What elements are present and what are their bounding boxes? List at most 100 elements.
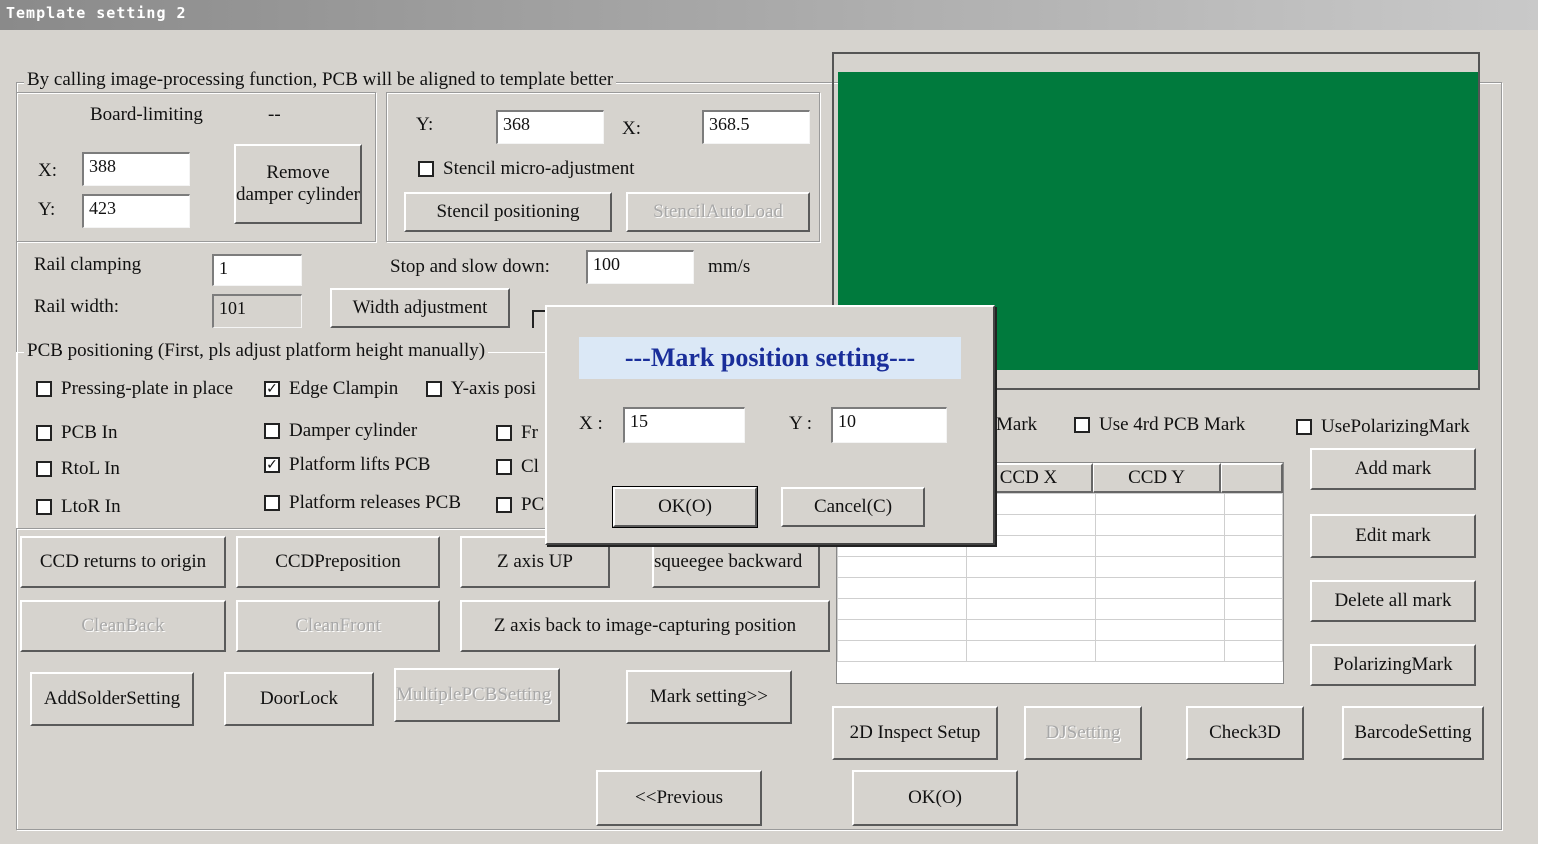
- ltor-in-checkbox[interactable]: LtoR In: [36, 496, 121, 518]
- use-polarizing-mark-label: UsePolarizingMark: [1321, 416, 1470, 437]
- add-solder-button[interactable]: AddSolderSetting: [30, 672, 194, 726]
- stencil-y-label: Y:: [416, 114, 434, 135]
- rtol-in-checkbox[interactable]: RtoL In: [36, 458, 120, 480]
- stop-slow-label: Stop and slow down:: [390, 256, 550, 277]
- multiple-pcb-button[interactable]: MultiplePCBSetting: [394, 668, 560, 722]
- clean-back-button[interactable]: CleanBack: [20, 600, 226, 652]
- mark-setting-button[interactable]: Mark setting>>: [626, 670, 792, 724]
- stencil-x-field[interactable]: 368.5: [702, 110, 810, 144]
- ccd-preposition-button[interactable]: CCDPreposition: [236, 536, 440, 588]
- mark-partial-label: Mark: [996, 414, 1038, 435]
- polarizing-mark-button[interactable]: PolarizingMark: [1310, 644, 1476, 686]
- title-bar: Template setting 2: [0, 0, 1538, 30]
- checkbox-box: [496, 497, 512, 513]
- checkbox-box: [496, 425, 512, 441]
- platform-lifts-checkbox[interactable]: ✓ Platform lifts PCB: [264, 454, 430, 476]
- stencil-micro-checkbox[interactable]: Stencil micro-adjustment: [418, 158, 635, 180]
- checkbox-box: [36, 499, 52, 515]
- platform-releases-label: Platform releases PCB: [289, 492, 462, 513]
- dialog-cancel-button[interactable]: Cancel(C): [781, 487, 925, 527]
- cl-label: Cl: [521, 456, 539, 477]
- pcb-in-checkbox[interactable]: PCB In: [36, 422, 118, 444]
- table-header-ccd-y[interactable]: CCD Y: [1093, 463, 1221, 493]
- rail-width-field: 101: [212, 294, 302, 328]
- board-y-field[interactable]: 423: [82, 194, 190, 228]
- clean-front-button[interactable]: CleanFront: [236, 600, 440, 652]
- ok-button[interactable]: OK(O): [852, 770, 1018, 826]
- barcode-setting-button[interactable]: BarcodeSetting: [1342, 706, 1484, 760]
- use-polarizing-mark-checkbox[interactable]: UsePolarizingMark: [1296, 416, 1470, 438]
- dialog-title: ---Mark position setting---: [579, 337, 961, 379]
- dialog-y-label: Y :: [789, 413, 813, 434]
- checkmark-icon: ✓: [264, 457, 280, 473]
- edit-mark-button[interactable]: Edit mark: [1310, 514, 1476, 558]
- z-back-button[interactable]: Z axis back to image-capturing position: [460, 600, 830, 652]
- use-4rd-mark-checkbox[interactable]: Use 4rd PCB Mark: [1074, 414, 1245, 436]
- board-limiting-value: --: [268, 104, 281, 125]
- window-title: Template setting 2: [6, 4, 187, 22]
- remove-damper-button[interactable]: Remove damper cylinder: [234, 144, 362, 224]
- dj-setting-button[interactable]: DJSetting: [1024, 706, 1142, 760]
- y-label: Y:: [38, 199, 56, 220]
- pressing-plate-label: Pressing-plate in place: [61, 378, 234, 399]
- stencil-y-field[interactable]: 368: [496, 110, 604, 144]
- rail-clamping-field[interactable]: 1: [212, 254, 302, 286]
- checkbox-box: [36, 425, 52, 441]
- dialog-ok-button[interactable]: OK(O): [612, 486, 758, 528]
- checkbox-box: [496, 459, 512, 475]
- platform-releases-checkbox[interactable]: Platform releases PCB: [264, 492, 461, 514]
- checkbox-box: [264, 495, 280, 511]
- checkbox-box: [264, 423, 280, 439]
- template-setting-window: Template setting 2 By calling image-proc…: [0, 0, 1538, 844]
- dialog-x-field[interactable]: 15: [623, 407, 745, 443]
- rail-clamping-label: Rail clamping: [34, 254, 142, 275]
- stop-slow-field[interactable]: 100: [586, 250, 694, 284]
- edge-clamping-checkbox[interactable]: ✓ Edge Clampin: [264, 378, 398, 400]
- pcb-in-label: PCB In: [61, 422, 118, 443]
- y-axis-checkbox[interactable]: Y-axis posi: [426, 378, 536, 400]
- pc-checkbox[interactable]: PC: [496, 494, 544, 516]
- ccd-origin-button[interactable]: CCD returns to origin: [20, 536, 226, 588]
- pc-label: PC: [521, 494, 545, 515]
- damper-label: Damper cylinder: [289, 420, 418, 441]
- width-adjustment-button[interactable]: Width adjustment: [330, 288, 510, 328]
- checkbox-box: [36, 461, 52, 477]
- dialog-y-field[interactable]: 10: [831, 407, 947, 443]
- pcb-positioning-legend: PCB positioning (First, pls adjust platf…: [24, 340, 489, 362]
- pressing-plate-checkbox[interactable]: Pressing-plate in place: [36, 378, 233, 400]
- align-group-legend: By calling image-processing function, PC…: [24, 69, 617, 91]
- edge-clamping-label: Edge Clampin: [289, 378, 399, 399]
- stencil-micro-label: Stencil micro-adjustment: [443, 158, 635, 179]
- checkbox-box: [418, 161, 434, 177]
- rtol-in-label: RtoL In: [61, 458, 120, 479]
- inspect-2d-button[interactable]: 2D Inspect Setup: [832, 706, 998, 760]
- damper-checkbox[interactable]: Damper cylinder: [264, 420, 417, 442]
- stencil-positioning-button[interactable]: Stencil positioning: [404, 192, 612, 232]
- checkmark-icon: ✓: [264, 381, 280, 397]
- ltor-in-label: LtoR In: [61, 496, 121, 517]
- checkbox-box: [426, 381, 442, 397]
- board-limiting-label: Board-limiting: [90, 104, 203, 125]
- stencil-x-label: X:: [622, 118, 641, 139]
- door-lock-button[interactable]: DoorLock: [224, 672, 374, 726]
- platform-lifts-label: Platform lifts PCB: [289, 454, 431, 475]
- y-axis-label: Y-axis posi: [451, 378, 536, 399]
- table-header-extra: [1221, 463, 1283, 493]
- stencil-autoload-button[interactable]: StencilAutoLoad: [626, 192, 810, 232]
- cl-checkbox[interactable]: Cl: [496, 456, 539, 478]
- check-3d-button[interactable]: Check3D: [1186, 706, 1304, 760]
- mark-position-dialog: ---Mark position setting--- X : 15 Y : 1…: [545, 305, 995, 545]
- dialog-x-label: X :: [579, 413, 603, 434]
- delete-all-mark-button[interactable]: Delete all mark: [1310, 580, 1476, 622]
- board-x-field[interactable]: 388: [82, 152, 190, 186]
- checkbox-box: [1296, 419, 1312, 435]
- checkbox-box: [1074, 417, 1090, 433]
- use-4rd-mark-label: Use 4rd PCB Mark: [1099, 414, 1246, 435]
- previous-button[interactable]: <<Previous: [596, 770, 762, 826]
- x-label: X:: [38, 160, 57, 181]
- stop-unit-label: mm/s: [708, 256, 751, 277]
- fr-label: Fr: [521, 422, 538, 443]
- add-mark-button[interactable]: Add mark: [1310, 448, 1476, 490]
- fr-checkbox[interactable]: Fr: [496, 422, 538, 444]
- checkbox-box: [36, 381, 52, 397]
